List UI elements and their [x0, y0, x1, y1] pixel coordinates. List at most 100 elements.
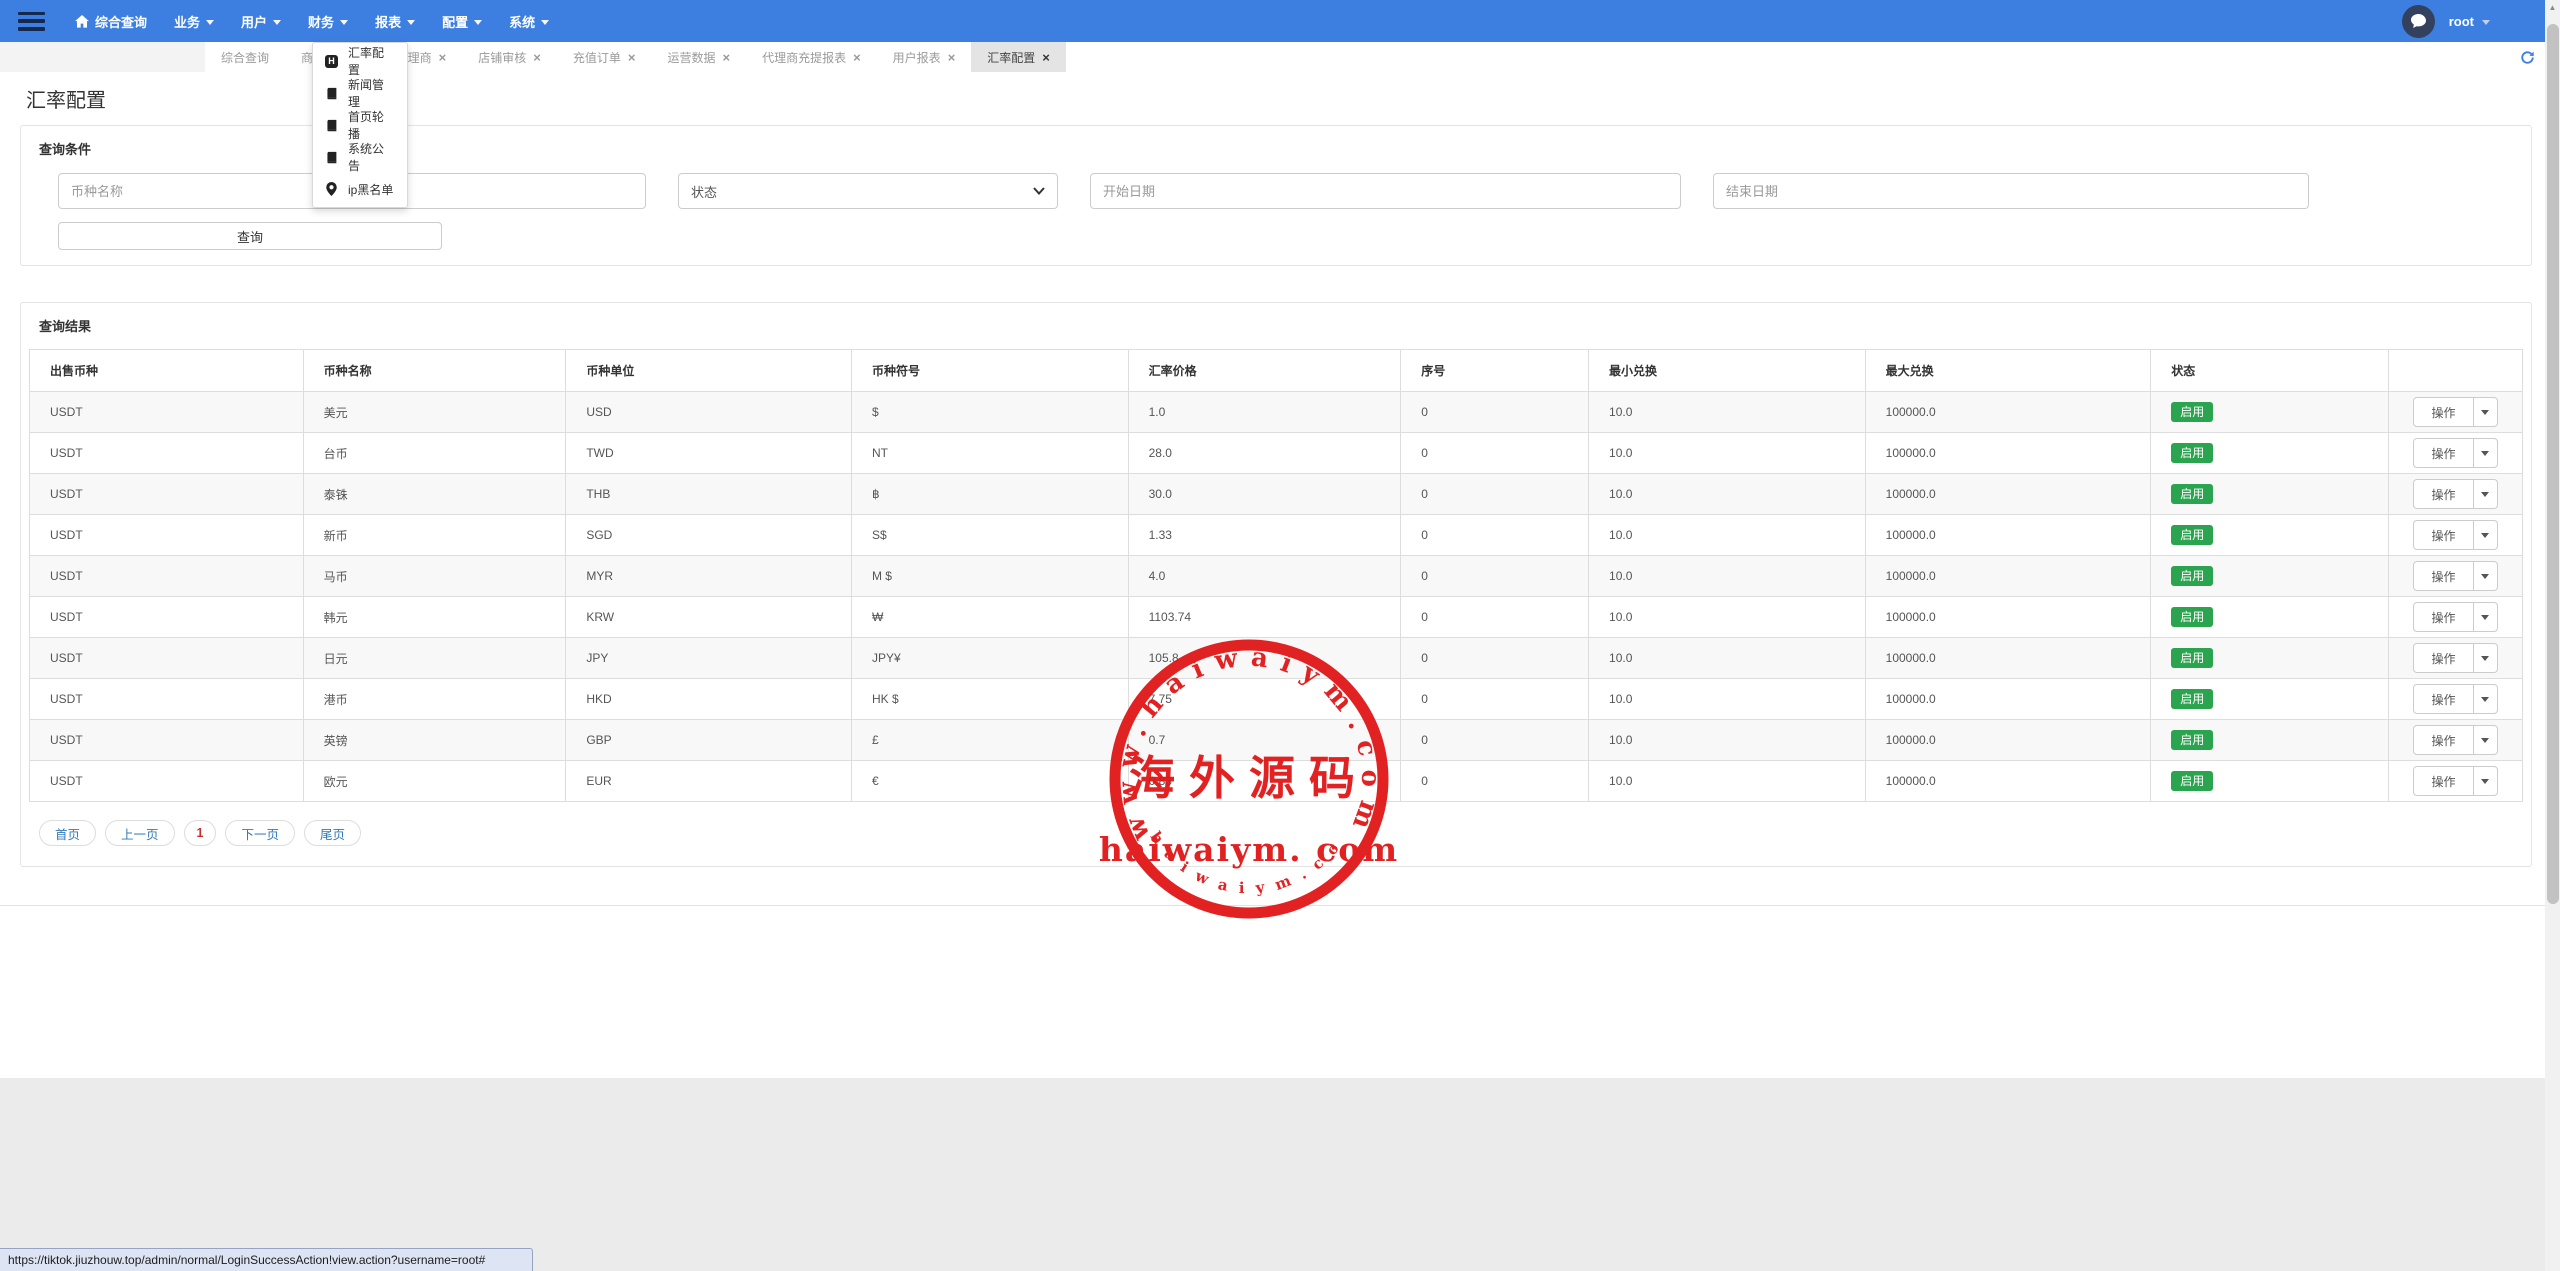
end-date-input[interactable] — [1713, 173, 2309, 209]
table-row: USDT美元USD$1.0010.0100000.0启用操作 — [30, 392, 2523, 433]
tab-close-icon[interactable]: × — [948, 51, 956, 64]
nav-item-overview[interactable]: 综合查询 — [75, 12, 147, 31]
nav-item-system[interactable]: 系统 — [509, 12, 549, 31]
tab-close-icon[interactable]: × — [439, 51, 447, 64]
cell-symbol: ₩ — [851, 597, 1128, 638]
action-dropdown-toggle[interactable] — [2473, 398, 2497, 426]
cell-min: 10.0 — [1589, 474, 1866, 515]
action-dropdown-toggle[interactable] — [2473, 644, 2497, 672]
scrollbar-up-arrow[interactable]: ▲ — [2545, 3, 2560, 12]
tab-0[interactable]: 综合查询 — [205, 42, 285, 72]
row-action-button[interactable]: 操作 — [2413, 643, 2497, 673]
pagination-last[interactable]: 尾页 — [304, 820, 361, 846]
action-dropdown-toggle[interactable] — [2473, 480, 2497, 508]
action-button-label: 操作 — [2414, 398, 2472, 426]
action-dropdown-toggle[interactable] — [2473, 603, 2497, 631]
tab-label: 充值订单 — [573, 49, 621, 66]
cell-sell: USDT — [30, 679, 304, 720]
scrollbar-thumb[interactable] — [2547, 24, 2559, 904]
tab-close-icon[interactable]: × — [628, 51, 636, 64]
cell-name: 美元 — [303, 392, 566, 433]
cell-rate: 28.0 — [1128, 433, 1401, 474]
cell-status: 启用 — [2151, 556, 2389, 597]
tab-close-icon[interactable]: × — [722, 51, 730, 64]
nav-item-config[interactable]: 配置 — [442, 12, 482, 31]
menu-item-exchange-rate-config[interactable]: H 汇率配置 — [313, 45, 407, 77]
cell-status: 启用 — [2151, 433, 2389, 474]
tab-label: 运营数据 — [667, 49, 715, 66]
action-button-label: 操作 — [2414, 644, 2472, 672]
nav-item-business[interactable]: 业务 — [174, 12, 214, 31]
column-header: 序号 — [1401, 350, 1589, 392]
refresh-icon[interactable] — [2516, 46, 2538, 68]
pagination-current-page[interactable]: 1 — [184, 820, 217, 846]
cell-name: 英镑 — [303, 720, 566, 761]
menu-item-system-announcement[interactable]: 系统公告 — [313, 141, 407, 173]
row-action-button[interactable]: 操作 — [2413, 438, 2497, 468]
nav-item-label: 综合查询 — [95, 12, 147, 31]
cell-rate: 105.8 — [1128, 638, 1401, 679]
action-dropdown-toggle[interactable] — [2473, 685, 2497, 713]
row-action-button[interactable]: 操作 — [2413, 684, 2497, 714]
cell-symbol: M $ — [851, 556, 1128, 597]
pagination: 首页 上一页 1 下一页 尾页 — [39, 820, 2531, 846]
row-action-button[interactable]: 操作 — [2413, 479, 2497, 509]
query-button[interactable]: 查询 — [58, 222, 442, 250]
user-menu[interactable]: root — [2449, 14, 2490, 29]
action-dropdown-toggle[interactable] — [2473, 439, 2497, 467]
nav-item-label: 系统 — [509, 12, 535, 31]
cell-symbol: S$ — [851, 515, 1128, 556]
nav-item-users[interactable]: 用户 — [241, 12, 281, 31]
column-header: 汇率价格 — [1128, 350, 1401, 392]
pagination-prev[interactable]: 上一页 — [105, 820, 175, 846]
pagination-first[interactable]: 首页 — [39, 820, 96, 846]
menu-item-news-management[interactable]: 新闻管理 — [313, 77, 407, 109]
status-select[interactable]: 状态 — [678, 173, 1058, 209]
tab-8[interactable]: 汇率配置× — [971, 42, 1066, 72]
menu-item-label: 新闻管理 — [348, 76, 395, 110]
row-action-button[interactable]: 操作 — [2413, 725, 2497, 755]
row-action-button[interactable]: 操作 — [2413, 766, 2497, 796]
cell-actions: 操作 — [2388, 392, 2522, 433]
tab-6[interactable]: 代理商充提报表× — [746, 42, 877, 72]
caret-down-icon — [474, 20, 482, 25]
table-row: USDT英镑GBP£0.7010.0100000.0启用操作 — [30, 720, 2523, 761]
messages-button[interactable] — [2402, 5, 2435, 38]
action-dropdown-toggle[interactable] — [2473, 521, 2497, 549]
cell-status: 启用 — [2151, 392, 2389, 433]
pagination-next[interactable]: 下一页 — [225, 820, 295, 846]
row-action-button[interactable]: 操作 — [2413, 602, 2497, 632]
row-action-button[interactable]: 操作 — [2413, 561, 2497, 591]
tab-label: 用户报表 — [893, 49, 941, 66]
row-action-button[interactable]: 操作 — [2413, 397, 2497, 427]
nav-item-label: 财务 — [308, 12, 334, 31]
action-dropdown-toggle[interactable] — [2473, 726, 2497, 754]
hamburger-menu-icon[interactable] — [18, 12, 45, 31]
start-date-input[interactable] — [1090, 173, 1681, 209]
column-header: 出售币种 — [30, 350, 304, 392]
nav-item-reports[interactable]: 报表 — [375, 12, 415, 31]
tab-7[interactable]: 用户报表 × — [877, 42, 972, 72]
cell-actions: 操作 — [2388, 720, 2522, 761]
tab-close-icon[interactable]: × — [1042, 51, 1050, 64]
scrollbar[interactable]: ▲ — [2545, 0, 2560, 1271]
tab-5[interactable]: 运营数据 × — [651, 42, 746, 72]
action-button-label: 操作 — [2414, 603, 2472, 631]
cell-min: 10.0 — [1589, 433, 1866, 474]
status-badge: 启用 — [2171, 648, 2213, 668]
map-marker-icon — [325, 182, 338, 196]
action-dropdown-toggle[interactable] — [2473, 562, 2497, 590]
tab-close-icon[interactable]: × — [853, 51, 861, 64]
tab-3[interactable]: 店铺审核× — [462, 42, 557, 72]
cell-max: 100000.0 — [1865, 638, 2151, 679]
tab-close-icon[interactable]: × — [533, 51, 541, 64]
tab-4[interactable]: 充值订单 × — [557, 42, 652, 72]
action-dropdown-toggle[interactable] — [2473, 767, 2497, 795]
menu-item-ip-blacklist[interactable]: ip黑名单 — [313, 173, 407, 205]
nav-item-finance[interactable]: 财务 — [308, 12, 348, 31]
cell-unit: THB — [566, 474, 852, 515]
action-button-label: 操作 — [2414, 480, 2472, 508]
row-action-button[interactable]: 操作 — [2413, 520, 2497, 550]
cell-min: 10.0 — [1589, 720, 1866, 761]
menu-item-home-carousel[interactable]: 首页轮播 — [313, 109, 407, 141]
